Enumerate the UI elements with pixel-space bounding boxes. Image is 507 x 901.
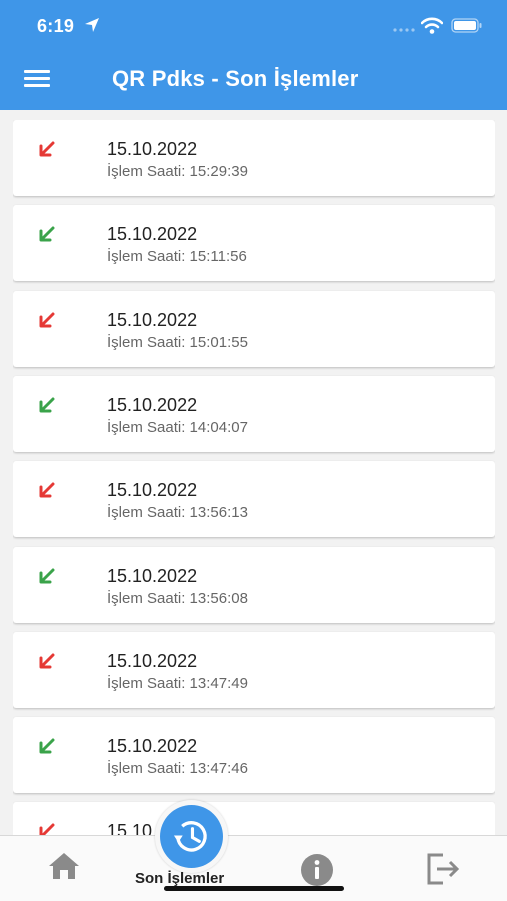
record-card[interactable]: 15.10.2022 İşlem Saati: 15:11:56 xyxy=(13,205,495,281)
record-time: İşlem Saati: 13:56:08 xyxy=(107,590,248,607)
record-time: İşlem Saati: 15:11:56 xyxy=(107,248,247,265)
menu-line xyxy=(24,70,50,73)
entry-arrow-icon xyxy=(39,397,55,413)
bottom-nav: Son İşlemler xyxy=(0,835,507,901)
record-card[interactable]: 15.10.2022 İşlem Saati: 13:56:08 xyxy=(13,547,495,623)
logout-icon[interactable] xyxy=(425,852,461,886)
menu-line xyxy=(24,77,50,80)
battery-icon xyxy=(451,18,482,33)
exit-arrow-icon xyxy=(39,823,55,835)
record-date: 15.10 xyxy=(107,821,153,835)
menu-line xyxy=(24,84,50,87)
page-title: QR Pdks - Son İşlemler xyxy=(112,66,359,91)
signal-dots-icon xyxy=(393,28,415,32)
record-date: 15.10.2022 xyxy=(107,480,198,500)
fab-container xyxy=(155,800,228,873)
app-bar: 6:19 QR Pdks - Son İşlemler xyxy=(0,0,507,110)
record-time: İşlem Saati: 13:47:46 xyxy=(107,760,248,777)
record-date: 15.10.2022 xyxy=(107,736,198,756)
record-date: 15.10.2022 xyxy=(107,310,198,330)
record-time: İşlem Saati: 13:47:49 xyxy=(107,675,248,692)
exit-arrow-icon xyxy=(39,312,55,328)
home-icon[interactable] xyxy=(47,851,81,881)
record-time: İşlem Saati: 15:29:39 xyxy=(107,163,248,180)
record-card[interactable]: 15.10 xyxy=(13,802,495,835)
exit-arrow-icon xyxy=(39,141,55,157)
location-arrow-icon xyxy=(85,18,99,32)
entry-arrow-icon xyxy=(39,738,55,754)
info-icon[interactable] xyxy=(300,853,334,887)
record-card[interactable]: 15.10.2022 İşlem Saati: 14:04:07 xyxy=(13,376,495,452)
record-date: 15.10.2022 xyxy=(107,224,198,244)
exit-arrow-icon xyxy=(39,482,55,498)
history-button[interactable] xyxy=(160,805,223,868)
record-card[interactable]: 15.10.2022 İşlem Saati: 13:47:49 xyxy=(13,632,495,708)
record-card[interactable]: 15.10.2022 İşlem Saati: 13:56:13 xyxy=(13,461,495,537)
status-time: 6:19 xyxy=(37,16,75,36)
records-list[interactable]: 15.10.2022 İşlem Saati: 15:29:39 15.10.202… xyxy=(13,120,495,835)
record-card[interactable]: 15.10.2022 İşlem Saati: 15:29:39 xyxy=(13,120,495,196)
record-time: İşlem Saati: 15:01:55 xyxy=(107,334,248,351)
entry-arrow-icon xyxy=(39,226,55,242)
history-icon xyxy=(173,821,207,852)
record-date: 15.10.2022 xyxy=(107,139,198,159)
record-date: 15.10.2022 xyxy=(107,651,198,671)
menu-button[interactable] xyxy=(24,70,50,92)
nav-label-son-islemler: Son İşlemler xyxy=(135,870,225,887)
record-card[interactable]: 15.10.2022 İşlem Saati: 15:01:55 xyxy=(13,291,495,367)
wifi-icon xyxy=(421,17,443,34)
record-time: İşlem Saati: 14:04:07 xyxy=(107,419,248,436)
record-time: İşlem Saati: 13:56:13 xyxy=(107,504,248,521)
entry-arrow-icon xyxy=(39,568,55,584)
record-card[interactable]: 15.10.2022 İşlem Saati: 13:47:46 xyxy=(13,717,495,793)
record-date: 15.10.2022 xyxy=(107,395,198,415)
home-indicator xyxy=(164,886,344,891)
record-date: 15.10.2022 xyxy=(107,566,198,586)
exit-arrow-icon xyxy=(39,653,55,669)
